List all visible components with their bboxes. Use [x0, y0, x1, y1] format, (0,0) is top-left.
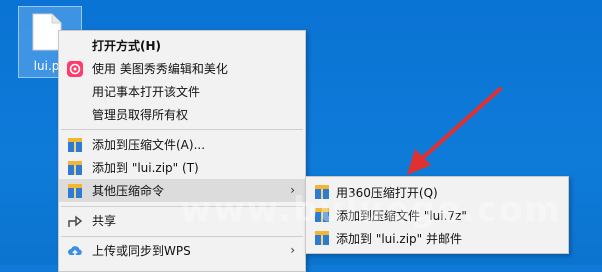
watermark: www.buluoge.com	[180, 190, 562, 230]
menu-item-label: 打开方式(H)	[92, 39, 162, 53]
menu-separator	[61, 236, 303, 237]
menu-item-meitu[interactable]: 使用 美图秀秀编辑和美化	[59, 57, 305, 80]
menu-item-label: 管理员取得所有权	[92, 108, 189, 122]
wps-cloud-icon	[68, 245, 82, 256]
menu-item-notepad[interactable]: 用记事本打开该文件	[59, 80, 305, 103]
menu-item-add-to-archive[interactable]: 添加到压缩文件(A)...	[59, 133, 305, 156]
chevron-right-icon: ›	[290, 243, 295, 257]
menu-item-label: 添加到 "lui.zip" (T)	[92, 161, 199, 175]
archive-icon	[68, 183, 82, 198]
menu-item-label: 用记事本打开该文件	[92, 85, 201, 99]
archive-icon	[68, 137, 82, 152]
submenu-item-label: 添加到 "lui.zip" 并邮件	[336, 232, 463, 246]
archive-icon	[315, 231, 329, 245]
annotation-arrow-icon	[407, 87, 502, 175]
menu-separator	[61, 129, 303, 130]
menu-item-label: 其他压缩命令	[92, 184, 165, 198]
menu-item-take-ownership[interactable]: 管理员取得所有权	[59, 103, 305, 126]
archive-icon	[68, 160, 82, 175]
meitu-icon	[67, 60, 83, 77]
menu-item-label: 使用 美图秀秀编辑和美化	[92, 62, 228, 76]
menu-item-wps-upload[interactable]: 上传或同步到WPS ›	[59, 239, 305, 262]
menu-item-open-with[interactable]: 打开方式(H)	[59, 34, 305, 57]
menu-item-add-to-zip[interactable]: 添加到 "lui.zip" (T)	[59, 156, 305, 179]
share-icon	[68, 215, 83, 227]
menu-item-label: 添加到压缩文件(A)...	[92, 138, 206, 152]
menu-item-label: 上传或同步到WPS	[92, 244, 191, 258]
context-menu: 打开方式(H) 使用 美图秀秀编辑和美化 用记事本打开该文件 管理员取得所有权 …	[58, 30, 306, 272]
menu-item-label: 共享	[92, 214, 117, 228]
